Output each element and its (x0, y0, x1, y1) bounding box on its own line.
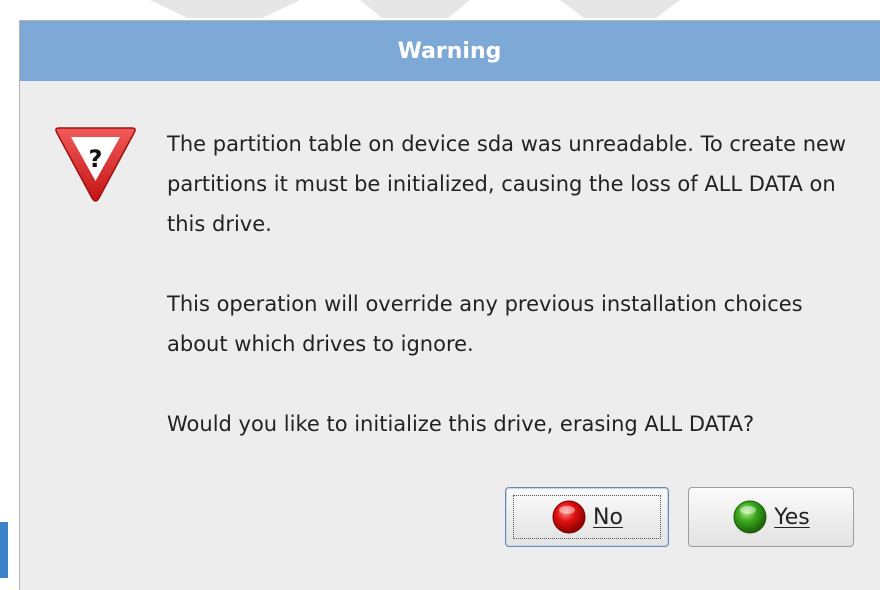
warning-dialog: Warning ? The partition table on device … (19, 20, 880, 590)
green-circle-icon (733, 500, 767, 534)
message-paragraph: This operation will override any previou… (167, 292, 803, 356)
dialog-titlebar: Warning (20, 21, 880, 81)
message-paragraph: The partition table on device sda was un… (167, 132, 847, 236)
warning-question-icon: ? (55, 127, 136, 202)
background-shape (150, 0, 300, 18)
svg-text:?: ? (89, 145, 103, 173)
focus-ring (513, 495, 661, 539)
background-strip (0, 522, 8, 578)
yes-button-label: Yes (774, 504, 810, 530)
message-paragraph: Would you like to initialize this drive,… (167, 412, 755, 436)
dialog-title: Warning (397, 38, 502, 64)
background-shape (360, 0, 470, 18)
yes-button[interactable]: Yes (688, 487, 854, 547)
no-button[interactable]: No (505, 487, 669, 547)
background-shape (560, 0, 680, 18)
dialog-message: The partition table on device sda was un… (167, 124, 867, 444)
